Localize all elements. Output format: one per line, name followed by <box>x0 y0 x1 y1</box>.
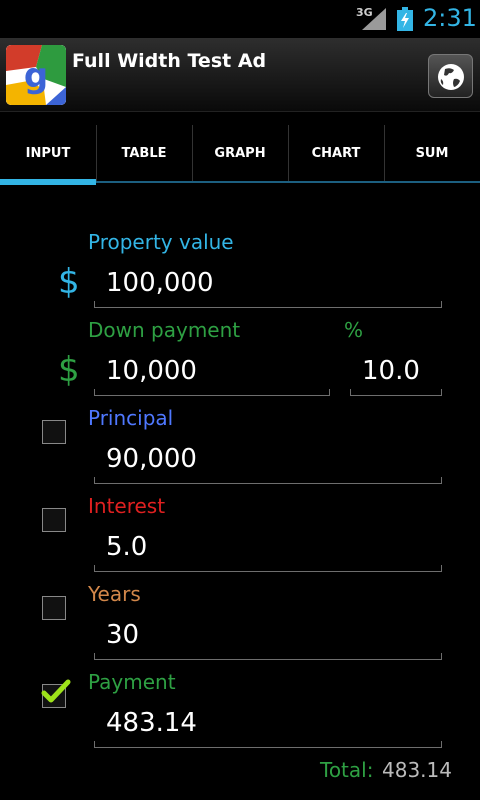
signal-icon <box>362 8 386 30</box>
clock: 2:31 <box>423 4 477 32</box>
tab-chart[interactable]: CHART <box>288 125 384 181</box>
principal-text: 90,000 <box>106 444 197 474</box>
ad-banner[interactable]: g Full Width Test Ad <box>0 38 480 112</box>
tab-active-indicator <box>0 179 96 185</box>
down-payment-input[interactable]: 10,000 <box>94 352 330 396</box>
payment-input[interactable]: 483.14 <box>94 704 442 748</box>
percent-label: % <box>344 318 364 342</box>
principal-label: Principal <box>88 406 174 430</box>
years-checkbox[interactable] <box>42 596 66 620</box>
total-label: Total: <box>320 758 374 782</box>
tab-bar: INPUT TABLE GRAPH CHART SUM <box>0 125 480 185</box>
dollar-icon: $ <box>58 350 80 390</box>
down-payment-label: Down payment <box>88 318 241 342</box>
property-value-label: Property value <box>88 230 234 254</box>
status-bar: 3G 2:31 <box>0 0 480 38</box>
down-percent-text: 10.0 <box>362 356 420 386</box>
property-value-text: 100,000 <box>106 268 214 298</box>
tab-table[interactable]: TABLE <box>96 125 192 181</box>
interest-label: Interest <box>88 494 166 518</box>
principal-checkbox[interactable] <box>42 420 66 444</box>
interest-input[interactable]: 5.0 <box>94 528 442 572</box>
google-logo-icon: g <box>6 45 66 105</box>
tab-input[interactable]: INPUT <box>0 125 96 181</box>
years-label: Years <box>88 582 141 606</box>
total-value: 483.14 <box>382 758 452 782</box>
interest-text: 5.0 <box>106 532 148 562</box>
battery-charging-icon <box>397 7 413 31</box>
tab-graph[interactable]: GRAPH <box>192 125 288 181</box>
dollar-icon: $ <box>58 262 80 302</box>
globe-button[interactable] <box>428 54 473 98</box>
payment-label: Payment <box>88 670 176 694</box>
down-payment-text: 10,000 <box>106 356 197 386</box>
globe-icon <box>438 64 464 90</box>
years-input[interactable]: 30 <box>94 616 442 660</box>
svg-text:g: g <box>24 56 48 96</box>
principal-input[interactable]: 90,000 <box>94 440 442 484</box>
interest-checkbox[interactable] <box>42 508 66 532</box>
ad-title: Full Width Test Ad <box>72 50 267 72</box>
tab-sum[interactable]: SUM <box>384 125 480 181</box>
property-value-input[interactable]: 100,000 <box>94 264 442 308</box>
down-percent-input[interactable]: 10.0 <box>350 352 442 396</box>
payment-checkbox[interactable] <box>41 679 71 708</box>
payment-text: 483.14 <box>106 708 197 738</box>
checkmark-icon <box>41 679 71 703</box>
years-text: 30 <box>106 620 140 650</box>
